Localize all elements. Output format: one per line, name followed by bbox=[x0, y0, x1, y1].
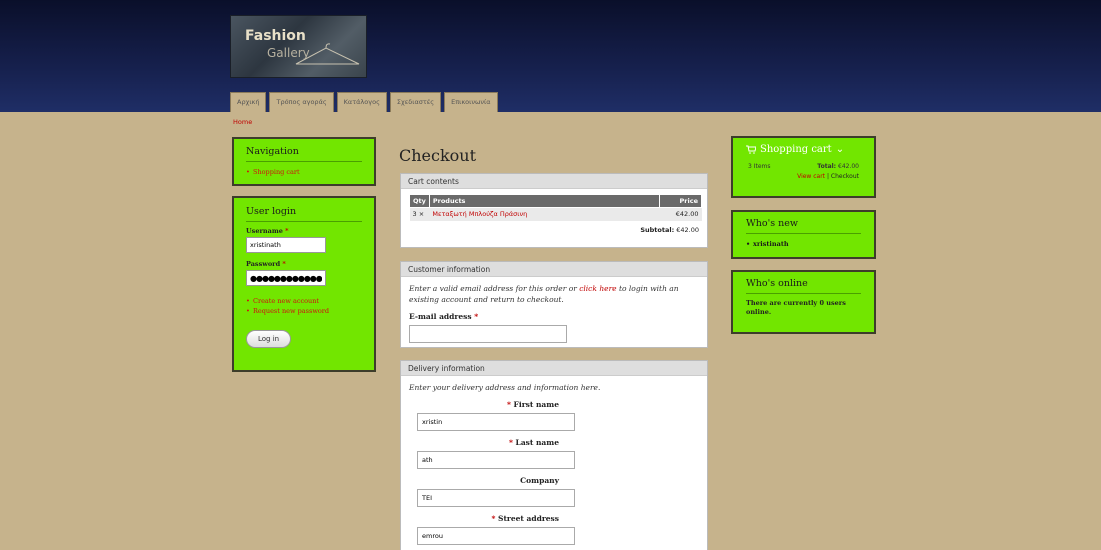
navigation-block: Navigation Shopping cart bbox=[232, 137, 376, 186]
street-address-field[interactable] bbox=[417, 527, 575, 545]
required-mark: * bbox=[285, 227, 289, 235]
cart-table: Qty Products Price 3 × Μεταξωτή Μπλούζα … bbox=[409, 194, 702, 221]
password-label: Password * bbox=[246, 260, 286, 268]
whos-new-user[interactable]: xristinath bbox=[746, 239, 861, 249]
navigation-list: Shopping cart bbox=[246, 167, 362, 177]
username-input[interactable] bbox=[246, 237, 326, 253]
primary-tabs: Αρχική Τρόπος αγοράς Κατάλογος Σχεδιαστέ… bbox=[230, 89, 498, 112]
login-links: Create new account Request new password bbox=[246, 296, 362, 316]
tab-designers[interactable]: Σχεδιαστές bbox=[389, 92, 442, 112]
customer-info-panel: Customer information Enter a valid email… bbox=[400, 261, 708, 348]
request-password-link[interactable]: Request new password bbox=[246, 306, 362, 316]
cart-total: Total: €42.00 bbox=[817, 163, 859, 170]
nav-item-shopping-cart[interactable]: Shopping cart bbox=[246, 167, 362, 177]
customer-info-text: Enter a valid email address for this ord… bbox=[409, 284, 679, 304]
col-qty: Qty bbox=[409, 194, 430, 208]
whos-new-list: xristinath bbox=[746, 239, 861, 249]
row-qty: 3 × bbox=[409, 207, 430, 221]
hanger-icon bbox=[295, 43, 360, 65]
tab-how-to-buy[interactable]: Τρόπος αγοράς bbox=[269, 92, 334, 112]
whos-online-text: There are currently 0 users online. bbox=[746, 299, 846, 316]
delivery-info-panel: Delivery information Enter your delivery… bbox=[400, 360, 708, 550]
row-price: €42.00 bbox=[659, 207, 702, 221]
cart-summary: 3 Items Total: €42.00 bbox=[746, 163, 861, 170]
tab-home[interactable]: Αρχική bbox=[230, 92, 267, 112]
table-row: 3 × Μεταξωτή Μπλούζα Πράσινη €42.00 bbox=[409, 207, 702, 221]
col-price: Price bbox=[659, 194, 702, 208]
cart-subtotal: Subtotal: €42.00 bbox=[640, 226, 699, 234]
checkout-link[interactable]: Checkout bbox=[831, 173, 859, 180]
tab-contact[interactable]: Επικοινωνία bbox=[444, 92, 498, 112]
user-login-title: User login bbox=[246, 206, 362, 222]
user-login-block: User login Username * Password * Create … bbox=[232, 196, 376, 372]
delivery-intro: Enter your delivery address and informat… bbox=[409, 383, 601, 392]
col-products: Products bbox=[428, 194, 661, 208]
delivery-info-heading[interactable]: Delivery information bbox=[401, 361, 707, 376]
email-field[interactable] bbox=[409, 325, 567, 343]
create-account-link[interactable]: Create new account bbox=[246, 296, 362, 306]
cart-contents-heading[interactable]: Cart contents bbox=[401, 174, 707, 189]
username-label: Username * bbox=[246, 227, 289, 235]
street-address-label: * Street address bbox=[491, 514, 559, 523]
page-title: Checkout bbox=[399, 146, 477, 165]
shopping-cart-block: Shopping cart ⌄ 3 Items Total: €42.00 Vi… bbox=[731, 136, 876, 198]
login-click-here-link[interactable]: click here bbox=[579, 284, 616, 293]
view-cart-link[interactable]: View cart bbox=[797, 173, 825, 180]
breadcrumb-home[interactable]: Home bbox=[233, 118, 252, 126]
cart-icon bbox=[746, 145, 756, 154]
cart-links: View cart | Checkout bbox=[746, 173, 861, 180]
customer-info-heading[interactable]: Customer information bbox=[401, 262, 707, 277]
shopping-cart-title[interactable]: Shopping cart ⌄ bbox=[746, 144, 861, 155]
company-field[interactable] bbox=[417, 489, 575, 507]
email-label: E-mail address * bbox=[409, 312, 479, 321]
tab-catalog[interactable]: Κατάλογος bbox=[336, 92, 387, 112]
site-header: Fashion Gallery Αρχική Τρόπος αγοράς Κατ… bbox=[0, 0, 1101, 112]
chevron-down-icon[interactable]: ⌄ bbox=[836, 144, 844, 155]
whos-new-block: Who's new xristinath bbox=[731, 210, 876, 259]
last-name-label: * Last name bbox=[508, 438, 559, 447]
password-input[interactable] bbox=[246, 270, 326, 286]
company-label: Company bbox=[520, 476, 559, 485]
required-mark: * bbox=[282, 260, 286, 268]
login-button[interactable]: Log in bbox=[246, 330, 292, 348]
first-name-field[interactable] bbox=[417, 413, 575, 431]
cart-contents-panel: Cart contents Qty Products Price 3 × Μετ… bbox=[400, 173, 708, 248]
row-product-link[interactable]: Μεταξωτή Μπλούζα Πράσινη bbox=[429, 207, 660, 221]
cart-link-separator: | bbox=[826, 173, 829, 180]
last-name-field[interactable] bbox=[417, 451, 575, 469]
navigation-title: Navigation bbox=[246, 146, 362, 162]
cart-item-count: 3 Items bbox=[748, 163, 771, 170]
first-name-label: * First name bbox=[506, 400, 559, 409]
site-logo[interactable]: Fashion Gallery bbox=[230, 15, 367, 78]
whos-online-title: Who's online bbox=[746, 278, 861, 294]
whos-new-title: Who's new bbox=[746, 218, 861, 234]
whos-online-block: Who's online There are currently 0 users… bbox=[731, 270, 876, 334]
